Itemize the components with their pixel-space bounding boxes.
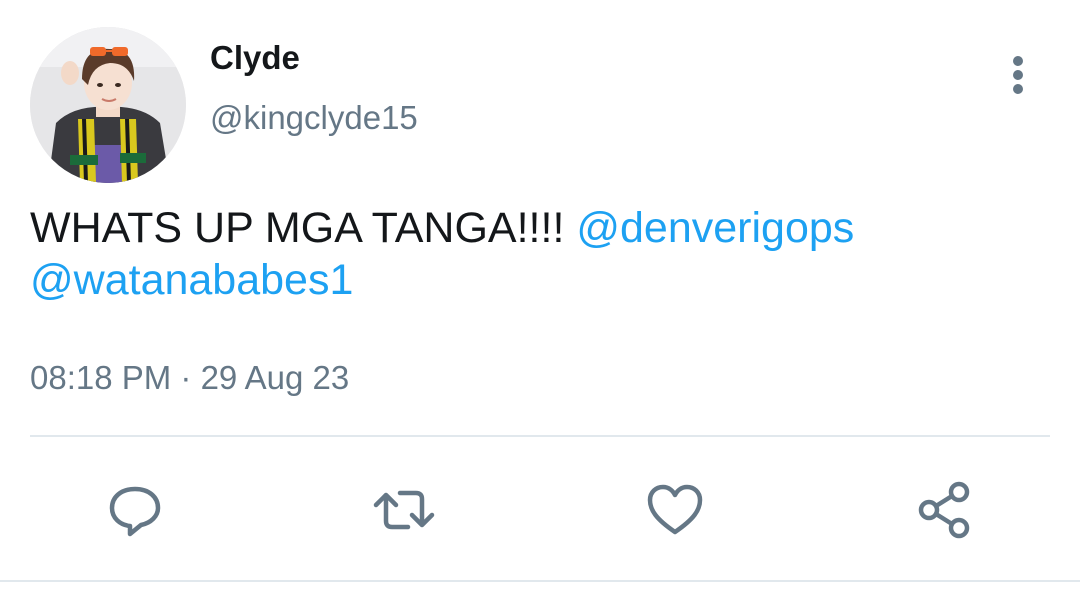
tweet-timestamp: 08:18 PM · 29 Aug 23	[30, 356, 349, 400]
divider	[30, 435, 1050, 437]
tweet-card: Clyde @kingclyde15 WHATS UP MGA TANGA!!!…	[0, 0, 1080, 600]
tweet-text: WHATS UP MGA TANGA!!!! @denverigops @wata…	[30, 202, 1050, 306]
more-vertical-icon-dot	[1013, 84, 1023, 94]
tweet-body-text: WHATS UP MGA TANGA!!!!	[30, 204, 577, 252]
retweet-icon	[373, 490, 435, 530]
share-icon	[918, 481, 970, 539]
reply-icon	[109, 486, 161, 537]
avatar[interactable]	[30, 27, 186, 183]
reply-button[interactable]	[103, 478, 167, 542]
retweet-button[interactable]	[372, 478, 436, 542]
divider	[0, 580, 1080, 582]
like-button[interactable]	[643, 478, 707, 542]
user-handle[interactable]: @kingclyde15	[210, 98, 418, 138]
more-vertical-icon	[1013, 56, 1023, 66]
meta-separator: ·	[171, 359, 201, 396]
more-options-button[interactable]	[996, 52, 1040, 98]
display-name[interactable]: Clyde	[210, 38, 300, 78]
like-icon	[647, 484, 703, 535]
tweet-time: 08:18 PM	[30, 359, 172, 396]
share-button[interactable]	[913, 478, 977, 542]
tweet-date[interactable]: 29 Aug 23	[201, 359, 350, 396]
more-vertical-icon-dot	[1013, 70, 1023, 80]
mention-link[interactable]: @denverigops	[576, 204, 854, 252]
avatar-image	[30, 27, 186, 183]
mention-link[interactable]: @watanababes1	[30, 256, 353, 304]
